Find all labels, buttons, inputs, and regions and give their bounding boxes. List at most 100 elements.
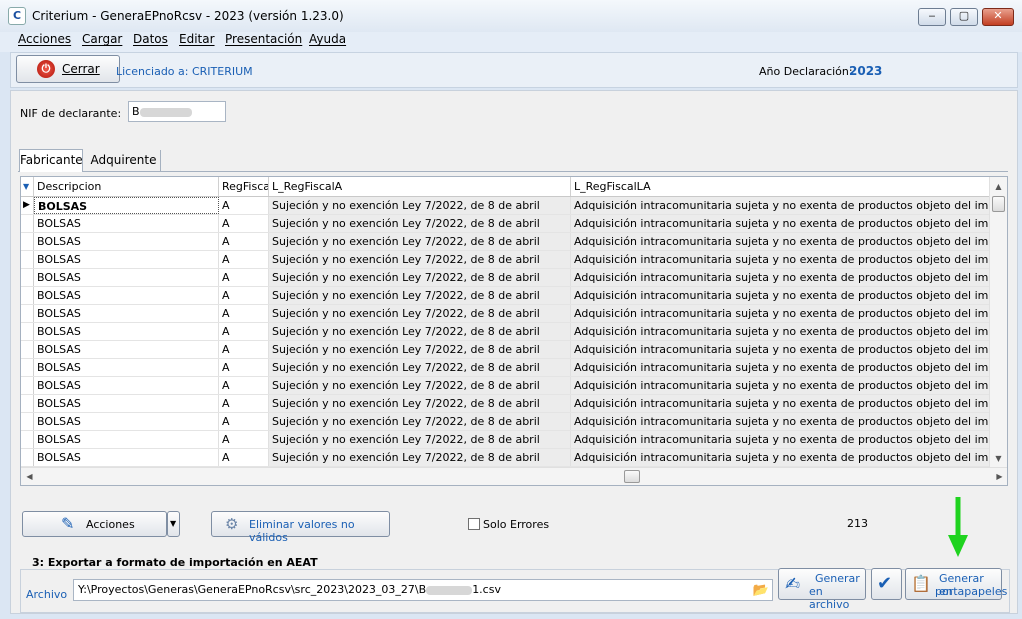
row-selector[interactable]: [21, 269, 34, 286]
table-cell[interactable]: BOLSAS: [34, 233, 219, 250]
table-cell[interactable]: Sujeción y no exención Ley 7/2022, de 8 …: [269, 377, 571, 394]
table-cell[interactable]: BOLSAS: [34, 413, 219, 430]
sort-indicator-icon[interactable]: ▼: [21, 177, 34, 196]
table-cell[interactable]: BOLSAS: [34, 431, 219, 448]
column-header-regfiscal[interactable]: RegFiscal: [219, 177, 269, 196]
tab-fabricante[interactable]: Fabricante: [19, 149, 83, 172]
table-cell[interactable]: Sujeción y no exención Ley 7/2022, de 8 …: [269, 305, 571, 322]
table-row[interactable]: BOLSAS A Sujeción y no exención Ley 7/2022…: [21, 341, 991, 359]
check-button[interactable]: ✔: [871, 568, 902, 600]
table-cell[interactable]: Adquisición intracomunitaria sujeta y no…: [571, 323, 991, 340]
table-cell[interactable]: Adquisición intracomunitaria sujeta y no…: [571, 197, 991, 214]
table-row[interactable]: BOLSAS A Sujeción y no exención Ley 7/2022…: [21, 431, 991, 449]
table-cell[interactable]: Sujeción y no exención Ley 7/2022, de 8 …: [269, 341, 571, 358]
table-cell[interactable]: A: [219, 305, 269, 322]
vertical-scrollbar[interactable]: ▲ ▼: [989, 177, 1007, 469]
table-cell[interactable]: Sujeción y no exención Ley 7/2022, de 8 …: [269, 269, 571, 286]
table-cell[interactable]: A: [219, 377, 269, 394]
row-selector[interactable]: [21, 431, 34, 448]
table-cell[interactable]: BOLSAS: [34, 341, 219, 358]
row-selector[interactable]: [21, 287, 34, 304]
table-cell[interactable]: Adquisición intracomunitaria sujeta y no…: [571, 413, 991, 430]
table-row[interactable]: BOLSAS A Sujeción y no exención Ley 7/2022…: [21, 413, 991, 431]
table-cell[interactable]: Adquisición intracomunitaria sujeta y no…: [571, 269, 991, 286]
menu-cargar[interactable]: Cargar: [82, 32, 122, 52]
scroll-down-icon[interactable]: ▼: [990, 451, 1007, 466]
table-row[interactable]: BOLSAS A Sujeción y no exención Ley 7/2022…: [21, 251, 991, 269]
row-selector[interactable]: [21, 251, 34, 268]
row-selector[interactable]: [21, 359, 34, 376]
table-cell[interactable]: Adquisición intracomunitaria sujeta y no…: [571, 359, 991, 376]
cerrar-button[interactable]: ⏻ Cerrar: [16, 55, 120, 83]
scroll-right-icon[interactable]: ▶: [991, 469, 1007, 484]
table-cell[interactable]: BOLSAS: [34, 251, 219, 268]
horizontal-scrollbar[interactable]: ◀ ▶: [21, 467, 1007, 485]
generar-archivo-button[interactable]: ✍ Generar en archivo: [778, 568, 866, 611]
table-cell[interactable]: BOLSAS: [34, 449, 219, 466]
table-cell[interactable]: A: [219, 449, 269, 466]
table-cell[interactable]: Adquisición intracomunitaria sujeta y no…: [571, 305, 991, 322]
minimize-button[interactable]: ‒: [918, 8, 946, 26]
table-cell[interactable]: BOLSAS: [34, 269, 219, 286]
table-cell[interactable]: A: [219, 269, 269, 286]
table-cell[interactable]: BOLSAS: [34, 197, 219, 214]
table-cell[interactable]: A: [219, 395, 269, 412]
table-cell[interactable]: BOLSAS: [34, 377, 219, 394]
archivo-input[interactable]: Y:\Proyectos\Generas\GeneraEPnoRcsv\src_…: [73, 579, 773, 601]
table-cell[interactable]: Adquisición intracomunitaria sujeta y no…: [571, 215, 991, 232]
table-cell[interactable]: BOLSAS: [34, 305, 219, 322]
table-cell[interactable]: A: [219, 215, 269, 232]
row-selector[interactable]: [21, 215, 34, 232]
acciones-button[interactable]: ✎ Acciones: [22, 511, 167, 537]
table-row[interactable]: BOLSAS A Sujeción y no exención Ley 7/2022…: [21, 233, 991, 251]
table-cell[interactable]: A: [219, 197, 269, 214]
table-cell[interactable]: Adquisición intracomunitaria sujeta y no…: [571, 431, 991, 448]
scroll-left-icon[interactable]: ◀: [21, 469, 38, 484]
eliminar-button[interactable]: ⚙ Eliminar valores no válidos: [211, 511, 390, 544]
table-cell[interactable]: Adquisición intracomunitaria sujeta y no…: [571, 287, 991, 304]
menu-acciones[interactable]: Acciones: [18, 32, 71, 52]
table-cell[interactable]: A: [219, 323, 269, 340]
generar-portapapeles-button[interactable]: 📋 Generar en portapapeles: [905, 568, 1007, 600]
table-cell[interactable]: A: [219, 287, 269, 304]
close-window-button[interactable]: ✕: [982, 8, 1014, 26]
row-selector[interactable]: [21, 449, 34, 466]
row-selector[interactable]: [21, 341, 34, 358]
table-row[interactable]: BOLSAS A Sujeción y no exención Ley 7/2022…: [21, 395, 991, 413]
table-cell[interactable]: Sujeción y no exención Ley 7/2022, de 8 …: [269, 215, 571, 232]
vertical-scroll-thumb[interactable]: [992, 196, 1005, 212]
table-cell[interactable]: A: [219, 251, 269, 268]
column-header-l-regfiscalla[interactable]: L_RegFiscalLA: [571, 177, 991, 196]
table-cell[interactable]: Adquisición intracomunitaria sujeta y no…: [571, 251, 991, 268]
table-row[interactable]: BOLSAS A Sujeción y no exención Ley 7/2022…: [21, 323, 991, 341]
row-selector[interactable]: [21, 395, 34, 412]
maximize-button[interactable]: ▢: [950, 8, 978, 26]
menu-editar[interactable]: Editar: [179, 32, 215, 52]
table-cell[interactable]: A: [219, 359, 269, 376]
table-cell[interactable]: Adquisición intracomunitaria sujeta y no…: [571, 377, 991, 394]
row-selector[interactable]: [21, 377, 34, 394]
table-cell[interactable]: A: [219, 233, 269, 250]
table-cell[interactable]: BOLSAS: [34, 215, 219, 232]
table-cell[interactable]: Sujeción y no exención Ley 7/2022, de 8 …: [269, 197, 571, 214]
scroll-up-icon[interactable]: ▲: [990, 179, 1007, 194]
table-cell[interactable]: Adquisición intracomunitaria sujeta y no…: [571, 395, 991, 412]
column-header-descripcion[interactable]: Descripcion: [34, 177, 219, 196]
table-cell[interactable]: Sujeción y no exención Ley 7/2022, de 8 …: [269, 413, 571, 430]
row-selector[interactable]: [21, 323, 34, 340]
current-row-indicator-icon[interactable]: ▶: [21, 197, 34, 214]
table-cell[interactable]: A: [219, 431, 269, 448]
tab-adquirente[interactable]: Adquirente: [87, 150, 161, 172]
data-grid[interactable]: ▼ Descripcion RegFiscal L_RegFiscalA L_R…: [20, 176, 1008, 486]
table-cell[interactable]: BOLSAS: [34, 287, 219, 304]
acciones-dropdown-button[interactable]: ▼: [167, 511, 180, 537]
table-cell[interactable]: Sujeción y no exención Ley 7/2022, de 8 …: [269, 287, 571, 304]
table-row[interactable]: BOLSAS A Sujeción y no exención Ley 7/2022…: [21, 287, 991, 305]
column-header-l-regfiscala[interactable]: L_RegFiscalA: [269, 177, 571, 196]
table-cell[interactable]: Sujeción y no exención Ley 7/2022, de 8 …: [269, 395, 571, 412]
table-cell[interactable]: Adquisición intracomunitaria sujeta y no…: [571, 449, 991, 466]
table-cell[interactable]: BOLSAS: [34, 395, 219, 412]
menu-ayuda[interactable]: Ayuda: [309, 32, 346, 52]
nif-input[interactable]: B: [128, 101, 226, 122]
table-cell[interactable]: A: [219, 413, 269, 430]
